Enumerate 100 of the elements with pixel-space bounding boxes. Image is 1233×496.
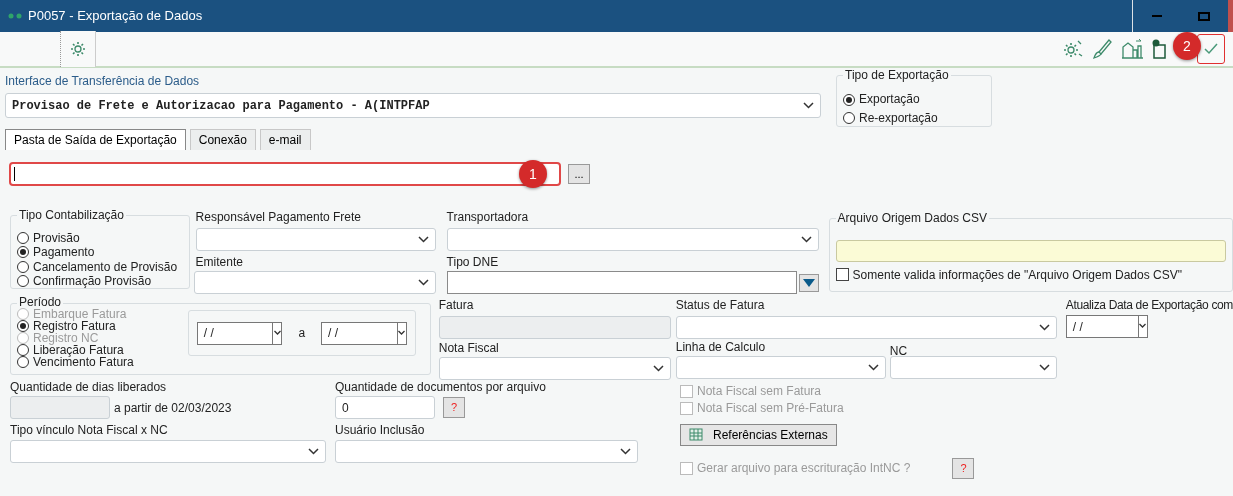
radio-label: Registro NC — [33, 332, 99, 345]
chevron-down-icon — [1139, 323, 1147, 330]
field-label: Status de Fatura — [675, 298, 766, 313]
settings-button[interactable] — [60, 31, 96, 67]
chevron-down-icon — [867, 363, 879, 371]
tab[interactable]: Conexão — [189, 129, 256, 151]
field-label: Usuário Inclusão — [335, 423, 426, 438]
callout-badge: 1 — [519, 160, 547, 189]
radio-button[interactable] — [17, 246, 29, 259]
field-label: Transportadora — [446, 210, 530, 225]
radio-label: Cancelamento de Provisão — [33, 259, 178, 274]
chevron-down-icon — [620, 447, 631, 455]
callout-badge: 2 — [1173, 32, 1201, 60]
chevron-down-icon — [308, 447, 319, 455]
field-label: Emitente — [195, 254, 244, 270]
radio-label: Provisão — [33, 230, 80, 246]
triangle-down-icon — [802, 278, 815, 287]
date-value: / / — [1071, 318, 1084, 336]
chevron-down-icon — [803, 102, 814, 110]
minimize-icon — [1151, 15, 1162, 17]
days-field[interactable] — [10, 396, 110, 420]
checkbox-label: Somente valida informações de "Arquivo Origem Dados CSV" — [852, 267, 1182, 283]
group-title: Tipo Contabilização — [17, 208, 126, 223]
brush-icon — [1091, 38, 1113, 60]
folder-path-field[interactable] — [9, 162, 561, 187]
window-title: P0057 - Exportação de Dados — [28, 8, 203, 24]
group-title: Período — [17, 296, 64, 309]
radio-button[interactable] — [17, 260, 29, 273]
dropdown-field[interactable] — [889, 355, 1057, 379]
radio-button[interactable] — [17, 231, 29, 244]
chevron-down-icon — [1038, 323, 1050, 331]
checkbox-label: Nota Fiscal sem Pré-Fatura — [697, 401, 844, 416]
date-field[interactable]: / / — [321, 321, 407, 345]
dropdown-field[interactable] — [10, 439, 326, 463]
radio-label: Exportação — [859, 92, 920, 107]
confirm-button[interactable] — [1197, 34, 1225, 64]
csv-file-field[interactable] — [835, 239, 1226, 262]
tab[interactable]: e-mail — [259, 129, 311, 151]
separator-label: a — [298, 327, 306, 340]
date-field[interactable]: / / — [196, 321, 283, 345]
field-label: Atualiza Data de Exportação com — [1065, 298, 1233, 313]
check-icon — [1203, 42, 1219, 56]
spreadsheet-icon — [689, 427, 705, 442]
radio-button[interactable] — [17, 275, 29, 288]
checkbox-label: Gerar arquivo para escrituração IntNC ? — [697, 461, 911, 476]
chevron-down-icon — [398, 330, 406, 337]
selected-value: Provisao de Frete e Autorizacao para Pagamento - A(INTPFAP — [12, 98, 430, 114]
radio-label: Re-exportação — [859, 110, 938, 126]
radio-button[interactable] — [843, 111, 855, 124]
radio-button[interactable] — [17, 356, 29, 369]
building-chart-icon — [1121, 38, 1143, 60]
radio-button[interactable] — [17, 320, 29, 333]
date-value: / / — [202, 324, 215, 342]
checkbox-label: Nota Fiscal sem Fatura — [697, 383, 822, 399]
chevron-down-icon — [273, 330, 281, 337]
radio-label: Pagamento — [33, 245, 95, 260]
dropdown-field[interactable]: Provisao de Frete e Autorizacao para Pagamento - A(INTPFAP — [5, 93, 821, 119]
browse-button[interactable]: ... — [568, 164, 590, 185]
dropdown-field[interactable] — [446, 227, 819, 251]
text-cursor-icon — [14, 167, 16, 182]
status-dots-icon — [8, 13, 24, 19]
field-label: Quantidade de documentos por arquivo — [335, 379, 547, 395]
field-label: Responsável Pagamento Frete — [195, 210, 363, 225]
dropdown-field[interactable] — [193, 271, 436, 295]
chevron-down-icon — [652, 364, 664, 372]
field-label: Tipo DNE — [446, 254, 500, 270]
dropdown-field[interactable] — [195, 227, 436, 251]
radio-button[interactable] — [843, 93, 855, 106]
invoice-field[interactable] — [438, 315, 671, 339]
field-label: Nota Fiscal — [438, 340, 500, 355]
dropdown-field[interactable] — [675, 315, 1057, 339]
combo-field[interactable] — [446, 271, 797, 295]
external-references-button[interactable]: Referências Externas — [680, 423, 837, 446]
field-label: Tipo vínculo Nota Fiscal x NC — [10, 423, 169, 438]
dropdown-field[interactable] — [335, 439, 638, 463]
field-label: Fatura — [438, 298, 475, 313]
maximize-icon — [1198, 11, 1210, 21]
radio-label: Embarque Fatura — [33, 308, 127, 321]
chevron-down-icon — [800, 235, 812, 243]
date-hint: a partir de 02/03/2023 — [114, 400, 232, 416]
chevron-down-icon — [1038, 363, 1050, 371]
field-label: NC — [889, 343, 909, 358]
field-label: Linha de Calculo — [675, 339, 767, 354]
radio-label: Liberação Fatura — [33, 344, 124, 357]
radio-button[interactable] — [17, 344, 29, 357]
quantity-field[interactable]: 0 — [335, 396, 435, 420]
radio-label: Vencimento Fatura — [33, 356, 134, 369]
radio-label: Registro Fatura — [33, 320, 116, 333]
clipboard-icon — [1151, 38, 1167, 60]
tab[interactable]: Pasta de Saída de Exportação — [5, 129, 186, 151]
checkbox[interactable] — [835, 268, 849, 282]
field-label: Interface de Transferência de Dados — [5, 74, 201, 89]
chevron-down-icon — [417, 279, 429, 287]
chevron-down-icon — [417, 235, 429, 243]
date-value: / / — [327, 324, 340, 342]
dropdown-field[interactable] — [438, 356, 671, 380]
dropdown-button[interactable] — [798, 273, 819, 292]
dropdown-field[interactable] — [675, 355, 886, 379]
date-field[interactable]: / / — [1065, 314, 1148, 338]
group-title: Tipo de Exportação — [843, 68, 951, 83]
